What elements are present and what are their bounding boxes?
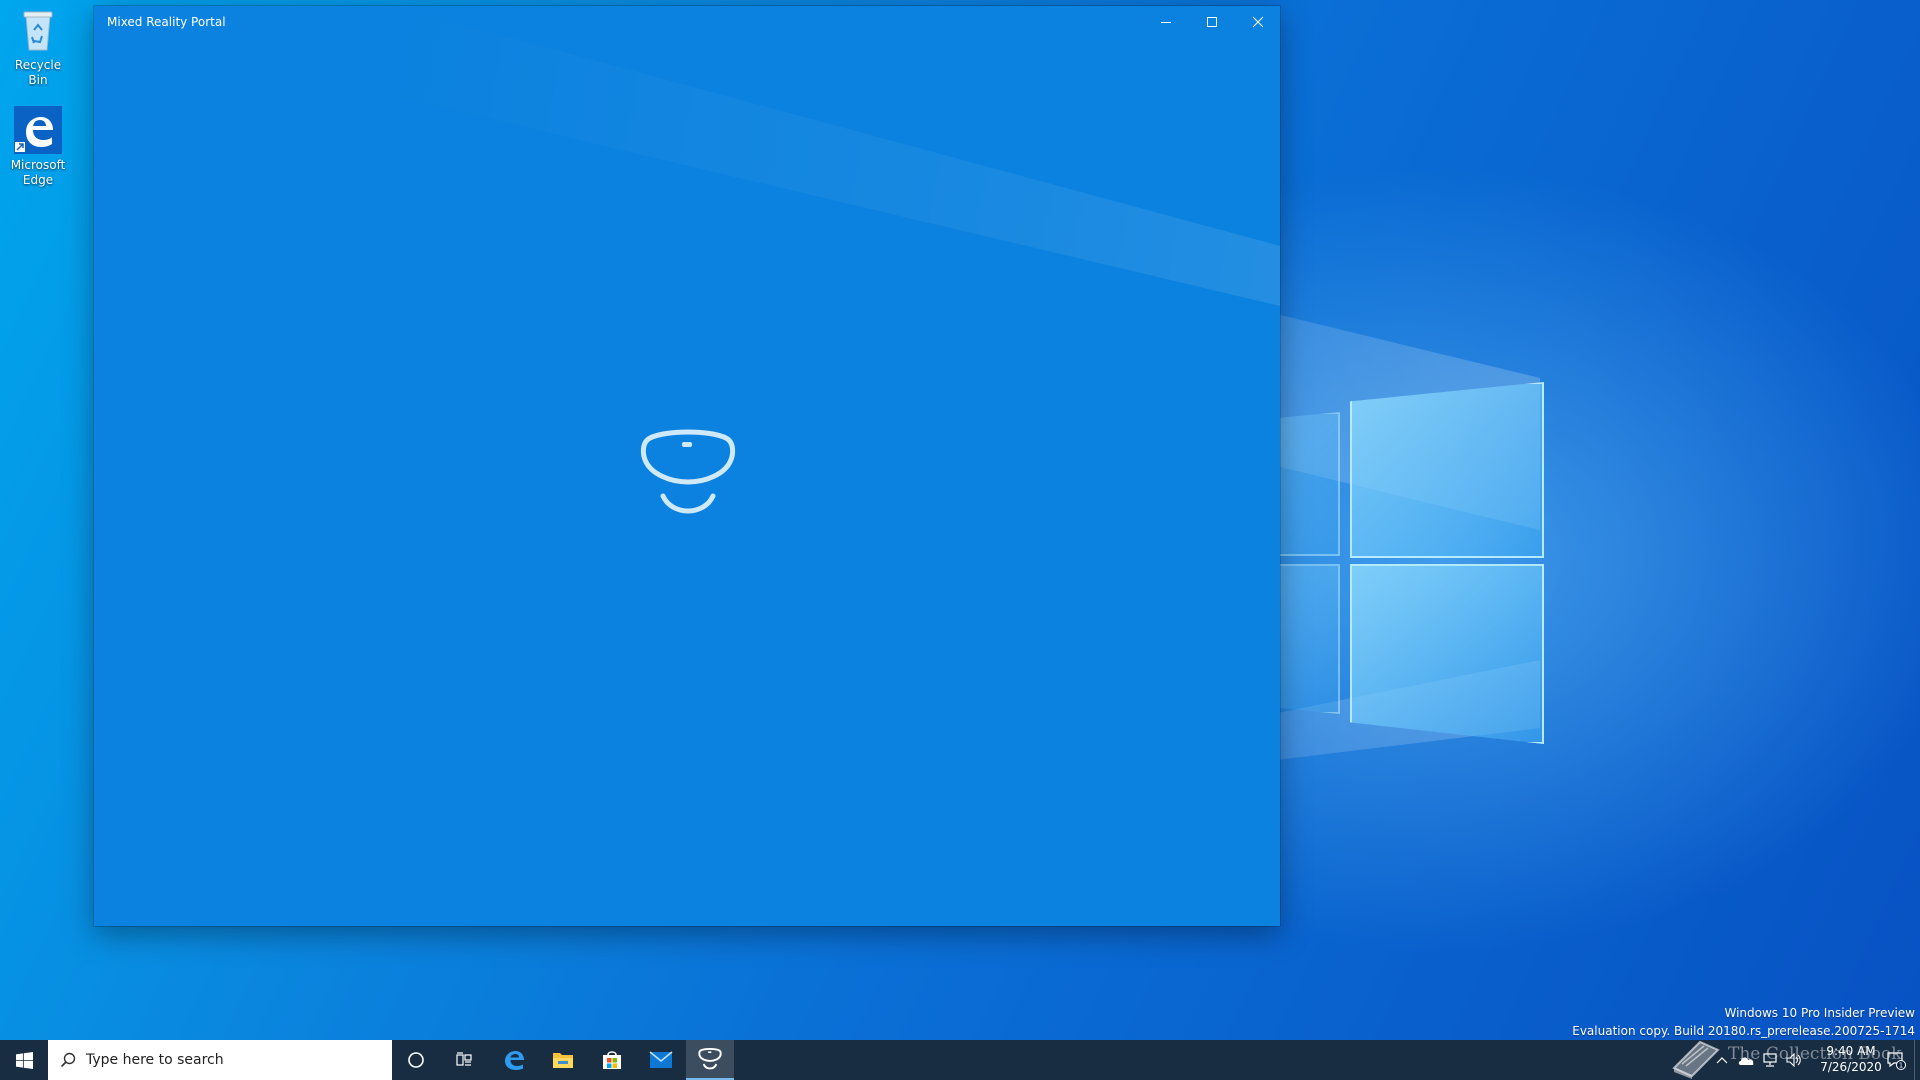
mail-icon (649, 1051, 673, 1068)
task-view-button[interactable] (440, 1040, 488, 1080)
taskbar-search-box[interactable]: Type here to search (48, 1040, 392, 1080)
minimize-button[interactable] (1143, 6, 1189, 38)
maximize-button[interactable] (1189, 6, 1235, 38)
taskbar-mail-button[interactable] (637, 1040, 685, 1080)
desktop-icon-label: Recycle Bin (14, 58, 62, 87)
taskbar-file-explorer-button[interactable] (539, 1040, 587, 1080)
file-explorer-icon (553, 1053, 573, 1068)
taskbar-store-button[interactable] (588, 1040, 636, 1080)
edge-icon (505, 1051, 524, 1070)
taskbar-mixed-reality-portal-button[interactable] (686, 1040, 734, 1080)
mixed-reality-headset-icon (640, 429, 736, 514)
search-icon (60, 1052, 76, 1068)
logo-pane (1350, 382, 1544, 558)
desktop-icon-label: Microsoft Edge (10, 158, 66, 187)
close-icon (1252, 16, 1264, 28)
window-title: Mixed Reality Portal (107, 15, 226, 29)
minimize-icon (1161, 22, 1171, 23)
recycle-bin-icon (23, 11, 53, 51)
logo-pane (1350, 564, 1544, 744)
close-button[interactable] (1235, 6, 1280, 38)
start-button[interactable] (0, 1040, 48, 1080)
title-bar[interactable]: Mixed Reality Portal (94, 6, 1280, 38)
task-view-icon (456, 1052, 472, 1066)
taskbar-edge-button[interactable] (490, 1040, 538, 1080)
show-desktop-button[interactable] (1914, 1040, 1920, 1080)
desktop: Recycle Bin Microsoft Edge Mixed Reality… (0, 0, 1920, 1040)
windows-start-icon (15, 1051, 33, 1069)
book-icon (1672, 1040, 1720, 1079)
desktop-icon-recycle-bin[interactable]: Recycle Bin (4, 6, 72, 88)
build-watermark: Windows 10 Pro Insider Preview Evaluatio… (1572, 1004, 1915, 1040)
desktop-icon-microsoft-edge[interactable]: Microsoft Edge (4, 106, 72, 188)
collection-book-overlay: The Collection Book (1670, 1038, 1902, 1079)
overlay-text: The Collection Book (1728, 1044, 1902, 1064)
taskbar: Type here to search 9:40 AM 7/26/2020 1 (0, 1040, 1920, 1080)
cortana-icon (408, 1052, 424, 1068)
edge-icon (14, 106, 62, 154)
light-beam (394, 6, 1280, 306)
mixed-reality-portal-window[interactable]: Mixed Reality Portal (94, 6, 1280, 926)
cortana-button[interactable] (392, 1040, 440, 1080)
mixed-reality-portal-icon (698, 1048, 722, 1070)
store-icon (603, 1051, 621, 1069)
search-placeholder: Type here to search (86, 1052, 224, 1068)
watermark-line: Windows 10 Pro Insider Preview (1724, 1006, 1915, 1020)
maximize-icon (1207, 17, 1217, 27)
